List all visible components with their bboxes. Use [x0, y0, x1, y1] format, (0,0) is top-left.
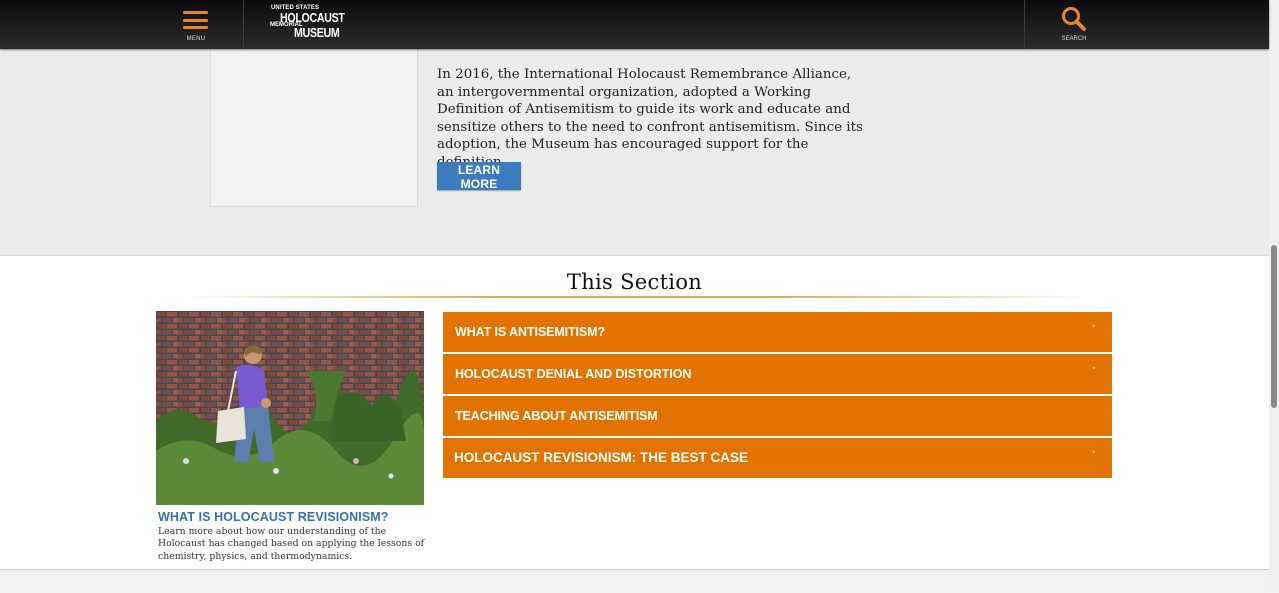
search-icon — [1062, 7, 1086, 31]
menu-label: MENU — [186, 36, 206, 42]
accordion-label: HOLOCAUST REVISIONISM: THE BEST CASE — [454, 450, 749, 465]
intro-paragraph: In 2016, the International Holocaust Rem… — [437, 67, 863, 170]
menu-button[interactable]: MENU — [168, 0, 224, 49]
intro-image-frame — [210, 49, 418, 207]
this-section: This Section WHAT IS HOLOCAUST REVISIONI… — [0, 255, 1269, 570]
chevron-down-icon: ˅ — [1091, 325, 1097, 335]
header-divider — [243, 0, 244, 49]
museum-logo[interactable]: UNITED STATES HOLOCAUST MEMORIAL MUSEUM — [270, 5, 345, 41]
accordion-item-holocaust-revisionism[interactable]: HOLOCAUST REVISIONISM: THE BEST CASE ˅ — [443, 438, 1112, 478]
feature-photo — [156, 311, 424, 505]
page-footer-edge — [0, 569, 1269, 593]
section-title: This Section — [566, 270, 703, 294]
hamburger-icon — [183, 11, 208, 29]
intro-section: In 2016, the International Holocaust Rem… — [0, 49, 1269, 255]
search-button[interactable]: SEARCH — [1049, 0, 1099, 49]
feature-description: Learn more about how our understanding o… — [158, 526, 425, 562]
logo-line-4: MUSEUM — [294, 25, 340, 40]
site-header: MENU UNITED STATES HOLOCAUST MEMORIAL MU… — [0, 0, 1269, 49]
feature-image[interactable] — [156, 311, 424, 505]
section-divider — [175, 296, 1095, 298]
vertical-scrollbar[interactable] — [1269, 0, 1279, 592]
feature-title-link[interactable]: WHAT IS HOLOCAUST REVISIONISM? — [158, 510, 389, 524]
scrollbar-thumb[interactable] — [1271, 245, 1277, 408]
accordion-item-what-is-antisemitism[interactable]: WHAT IS ANTISEMITISM? ˅ — [443, 312, 1112, 352]
accordion-item-holocaust-denial[interactable]: HOLOCAUST DENIAL AND DISTORTION ˅ — [443, 354, 1112, 394]
accordion-item-teaching-about-antisemitism[interactable]: TEACHING ABOUT ANTISEMITISM — [443, 396, 1112, 436]
header-divider — [1024, 0, 1025, 49]
accordion-label: WHAT IS ANTISEMITISM? — [455, 325, 605, 339]
chevron-down-icon: ˅ — [1091, 367, 1097, 377]
accordion-label: HOLOCAUST DENIAL AND DISTORTION — [455, 367, 692, 381]
accordion-label: TEACHING ABOUT ANTISEMITISM — [455, 409, 658, 423]
learn-more-button[interactable]: LEARN MORE — [437, 162, 521, 191]
section-accordion: WHAT IS ANTISEMITISM? ˅ HOLOCAUST DENIAL… — [443, 312, 1112, 480]
search-label: SEARCH — [1061, 36, 1087, 42]
chevron-down-icon: ˅ — [1091, 451, 1097, 461]
